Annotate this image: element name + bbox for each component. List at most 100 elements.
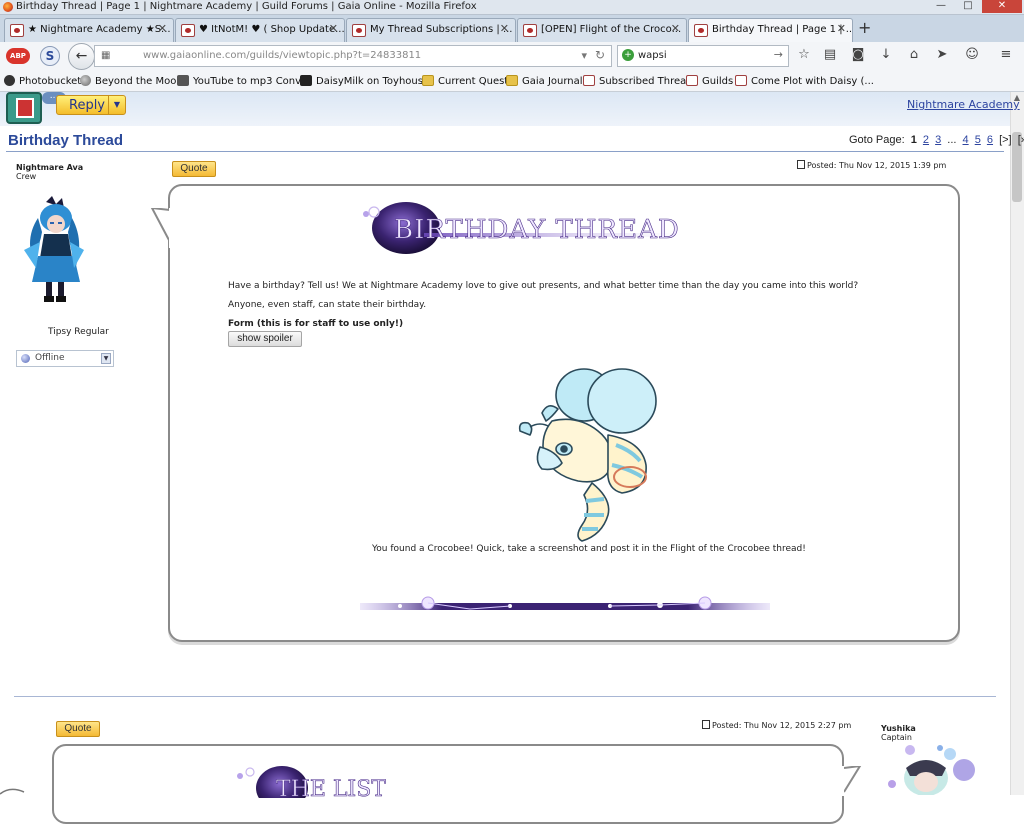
- gaia-favicon-icon: [694, 24, 708, 37]
- next-page-link[interactable]: [>]: [999, 134, 1012, 146]
- decorative-divider: [360, 596, 770, 610]
- folder-icon: [506, 75, 518, 86]
- post-timestamp: Posted: Thu Nov 12, 2015 2:27 pm: [702, 720, 851, 730]
- username[interactable]: Yushika: [881, 724, 916, 733]
- search-value: wapsi: [638, 50, 667, 61]
- bookmark-label: Guilds: [702, 76, 734, 87]
- gaia-favicon-icon: [583, 75, 595, 86]
- chat-icon[interactable]: ☺: [962, 47, 982, 62]
- avatar[interactable]: [18, 196, 90, 304]
- maximize-button[interactable]: □: [955, 0, 981, 13]
- tab-label: [OPEN] Flight of the Croco...: [541, 24, 682, 35]
- downloads-icon[interactable]: ↓: [876, 47, 896, 62]
- search-go-arrow-icon[interactable]: →: [774, 48, 783, 61]
- post-separator: [14, 696, 996, 697]
- bookmark-label: Come Plot with Daisy (...: [751, 76, 874, 87]
- window-title-bar: Birthday Thread | Page 1 | Nightmare Aca…: [0, 0, 1024, 15]
- toyhouse-icon: [300, 75, 312, 86]
- url-bar[interactable]: ▦ www.gaiaonline.com/guilds/viewtopic.ph…: [94, 45, 612, 67]
- bookmark-photobucket[interactable]: Photobucket: [4, 75, 81, 87]
- last-page-link[interactable]: [»|]: [1018, 134, 1024, 146]
- close-window-button[interactable]: ✕: [982, 0, 1022, 13]
- stylish-s-icon[interactable]: S: [40, 46, 60, 66]
- youtube-mp3-icon: [177, 75, 189, 86]
- bookmark-daisymilk[interactable]: DaisyMilk on Toyhouse: [300, 75, 429, 87]
- bookmark-star-icon[interactable]: ☆: [794, 47, 814, 62]
- post-paragraph: Anyone, even staff, can state their birt…: [228, 300, 427, 310]
- tab-itnotm-shop[interactable]: ♥ ItNotM! ♥ ( Shop Update... ✕: [175, 18, 345, 42]
- reload-icon[interactable]: ↻: [595, 48, 605, 62]
- post1-author: Nightmare Ava Crew: [16, 163, 83, 181]
- page-ellipsis: ...: [947, 134, 957, 146]
- corner-ornament: [0, 788, 25, 795]
- search-engine-icon[interactable]: +: [622, 49, 634, 61]
- close-tab-icon[interactable]: ✕: [500, 22, 509, 35]
- reply-button[interactable]: Reply ▼: [56, 95, 126, 115]
- bookmark-gaia-journals[interactable]: Gaia Journals: [506, 75, 588, 87]
- bookmark-current-quests[interactable]: Current Quests: [422, 75, 513, 87]
- dropdown-arrow-icon[interactable]: ▾: [581, 49, 587, 62]
- home-icon[interactable]: ⌂: [904, 47, 924, 62]
- reply-label: Reply: [69, 98, 106, 113]
- adblock-icon[interactable]: ABP: [6, 48, 30, 64]
- avatar[interactable]: [880, 742, 980, 795]
- bookmark-youtube-mp3[interactable]: YouTube to mp3 Conv...: [177, 75, 310, 87]
- page-link-5[interactable]: 5: [975, 134, 981, 146]
- site-identity-icon[interactable]: ▦: [101, 50, 110, 61]
- guild-header-band: [0, 92, 1010, 126]
- bookmark-guilds[interactable]: Guilds: [686, 75, 733, 87]
- online-status-dropdown[interactable]: Offline ▼: [16, 350, 114, 367]
- tab-label: My Thread Subscriptions | ...: [370, 24, 513, 35]
- reading-list-icon[interactable]: ▤: [820, 47, 840, 62]
- page-link-4[interactable]: 4: [963, 134, 969, 146]
- gaia-favicon-icon: [735, 75, 747, 86]
- bookmark-label: YouTube to mp3 Conv...: [193, 76, 310, 87]
- close-tab-icon[interactable]: ✕: [837, 22, 846, 35]
- status-orb-icon: [21, 354, 30, 363]
- tab-thread-subscriptions[interactable]: My Thread Subscriptions | ... ✕: [346, 18, 516, 42]
- status-text: Offline: [35, 353, 65, 363]
- close-tab-icon[interactable]: ✕: [671, 22, 680, 35]
- search-box[interactable]: + wapsi →: [617, 45, 789, 67]
- post-paragraph: Have a birthday? Tell us! We at Nightmar…: [228, 281, 859, 291]
- page-link-2[interactable]: 2: [923, 134, 929, 146]
- reply-dropdown-arrow-icon[interactable]: ▼: [108, 96, 125, 114]
- show-spoiler-button[interactable]: show spoiler: [228, 331, 302, 347]
- bookmark-come-plot[interactable]: Come Plot with Daisy (...: [735, 75, 874, 87]
- back-arrow-icon[interactable]: ←: [68, 43, 95, 70]
- guild-emblem-icon[interactable]: [6, 92, 42, 124]
- post-timestamp: Posted: Thu Nov 12, 2015 1:39 pm: [797, 160, 946, 170]
- bookmark-beyond-the-moon[interactable]: Beyond the Moon: [80, 75, 183, 87]
- bookmark-label: Gaia Journals: [522, 76, 588, 87]
- banner-text: BIRTHDAY THREAD: [394, 215, 680, 245]
- post2-author: Yushika Captain: [881, 724, 916, 742]
- tab-nightmare-academy[interactable]: ★ Nightmare Academy ★S... ✕: [4, 18, 174, 42]
- quote-button[interactable]: Quote: [172, 161, 216, 177]
- page-link-3[interactable]: 3: [935, 134, 941, 146]
- chevron-down-icon[interactable]: ▼: [101, 353, 111, 364]
- user-rank: Captain: [881, 733, 912, 742]
- gaia-favicon-icon: [523, 24, 537, 37]
- speech-bubble-tail: [150, 208, 172, 248]
- current-page: 1: [910, 134, 917, 146]
- quote-button[interactable]: Quote: [56, 721, 100, 737]
- close-tab-icon[interactable]: ✕: [329, 22, 338, 35]
- tab-birthday-thread[interactable]: Birthday Thread | Page 1 | ... ✕: [688, 18, 853, 42]
- pocket-icon[interactable]: ◙: [848, 47, 868, 62]
- new-tab-plus-icon[interactable]: +: [858, 18, 871, 37]
- guild-name-link[interactable]: Nightmare Academy: [907, 98, 1020, 111]
- username[interactable]: Nightmare Ava: [16, 163, 83, 172]
- bookmark-subscribed-threads[interactable]: Subscribed Threads: [583, 75, 698, 87]
- send-icon[interactable]: ➤: [932, 47, 952, 62]
- firefox-icon: [3, 2, 13, 12]
- menu-icon[interactable]: ≡: [996, 47, 1016, 62]
- gaia-favicon-icon: [352, 24, 366, 37]
- post-page-icon: [797, 160, 805, 169]
- form-label: Form (this is for staff to use only!): [228, 319, 404, 329]
- bookmark-label: Photobucket: [19, 76, 82, 87]
- close-tab-icon[interactable]: ✕: [158, 22, 167, 35]
- page-link-6[interactable]: 6: [987, 134, 993, 146]
- minimize-button[interactable]: —: [928, 0, 954, 13]
- tab-flight-of-crocobee[interactable]: [OPEN] Flight of the Croco... ✕: [517, 18, 687, 42]
- folder-icon: [422, 75, 434, 86]
